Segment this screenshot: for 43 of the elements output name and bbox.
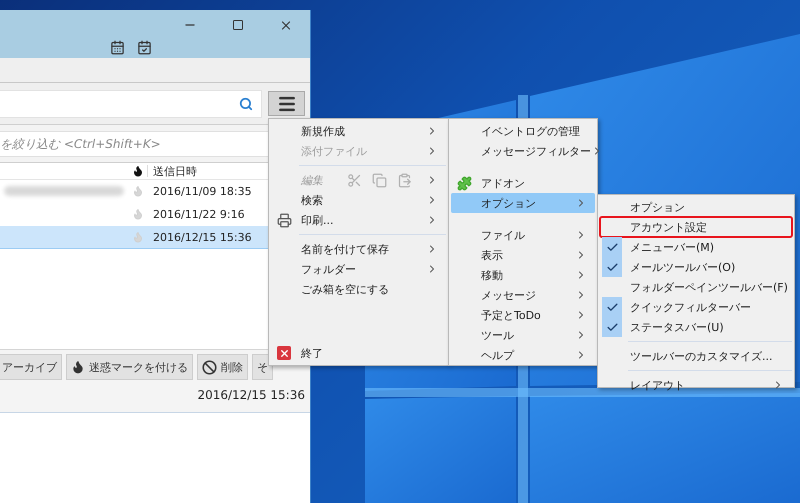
menu-item[interactable]: クイックフィルターバー — [600, 297, 792, 317]
search-icon — [239, 96, 253, 110]
menu-item[interactable]: ヘルプ — [451, 345, 595, 365]
menu-item[interactable]: ごみ箱を空にする — [271, 279, 446, 299]
printer-icon — [276, 212, 292, 228]
menu-item[interactable]: 予定とToDo — [451, 305, 595, 325]
menu-item[interactable]: ツール — [451, 325, 595, 345]
menu-button[interactable] — [268, 91, 305, 116]
menu-item[interactable]: ステータスバー(U) — [600, 317, 792, 337]
flame-icon[interactable] — [132, 165, 144, 177]
menu-item[interactable]: 終了 — [271, 343, 446, 363]
menu-item[interactable]: オプション — [451, 193, 595, 213]
table-cell: 2016/12/15 15:36 — [153, 230, 252, 244]
menu-item[interactable]: アドオン — [451, 173, 595, 193]
menu-item[interactable]: ファイル — [451, 225, 595, 245]
header-button[interactable]: 迷惑マークを付ける — [66, 354, 193, 380]
calendar-icon[interactable] — [110, 40, 125, 55]
table-cell: 2016/11/22 9:16 — [153, 208, 245, 220]
flame-icon — [71, 360, 85, 374]
maximize-icon[interactable] — [231, 18, 245, 32]
search-field[interactable] — [0, 90, 262, 118]
menu-item[interactable]: レイアウト — [600, 375, 792, 395]
menu-item[interactable]: フォルダー — [271, 259, 446, 279]
table-cell: 2016/11/09 18:35 — [153, 184, 252, 198]
menu-item[interactable]: オプション — [600, 197, 792, 217]
menu-item[interactable]: メッセージフィルター — [451, 141, 595, 161]
menu-item[interactable]: メールツールバー(O) — [600, 257, 792, 277]
menu-item[interactable]: メッセージ — [451, 285, 595, 305]
menu-item[interactable]: フォルダーペインツールバー(F) — [600, 277, 792, 297]
close-icon — [277, 346, 291, 360]
task-icon[interactable] — [137, 40, 152, 55]
puzzle-icon — [456, 175, 472, 191]
message-date: 2016/12/15 15:36 — [197, 388, 305, 402]
no-entry-icon — [202, 360, 217, 374]
menu-item[interactable]: 表示 — [451, 245, 595, 265]
menu-item[interactable]: ツールバーのカスタマイズ... — [600, 346, 792, 366]
header-button[interactable]: アーカイブ — [0, 354, 62, 380]
menu-item[interactable]: アカウント設定 — [600, 217, 792, 237]
menu-item[interactable]: 移動 — [451, 265, 595, 285]
column-header[interactable]: 送信日時 — [153, 164, 197, 178]
header-button[interactable]: 削除 — [197, 354, 248, 380]
menu-item[interactable]: メニューバー(M) — [600, 237, 792, 257]
menu-item[interactable]: イベントログの管理 — [451, 121, 595, 141]
